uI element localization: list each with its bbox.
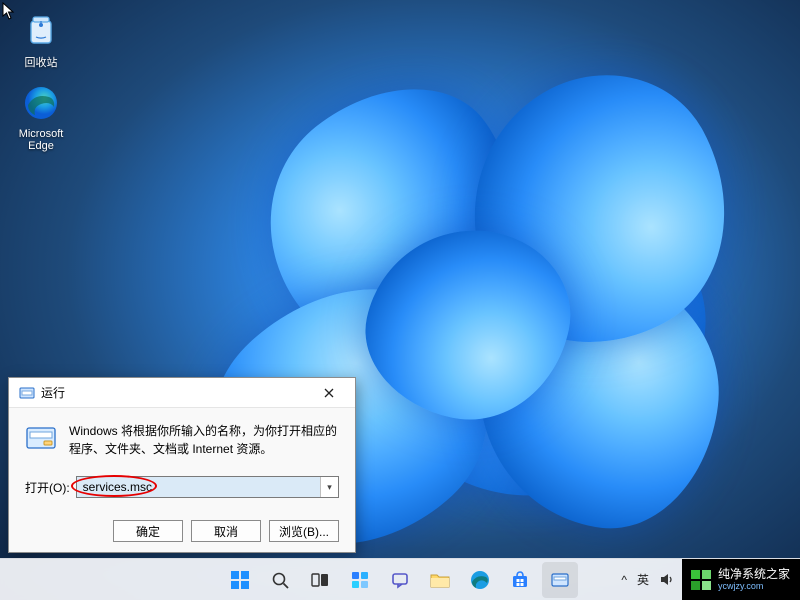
watermark-url: ycwjzy.com [718,581,790,591]
desktop-icon-label: 回收站 [6,54,76,70]
ime-indicator[interactable]: 英 [637,571,649,588]
chat-icon [390,570,410,590]
taskbar-right: ^ 英 纯净系统之家 ycwjzy.com [621,559,800,600]
task-view-icon [310,570,330,590]
run-icon [549,569,571,591]
edge-button[interactable] [462,562,498,598]
widgets-button[interactable] [342,562,378,598]
windows-icon [229,569,251,591]
search-button[interactable] [262,562,298,598]
close-icon [324,388,334,398]
edge-icon [469,569,491,591]
run-title-icon [19,385,35,401]
dialog-title: 运行 [41,384,309,401]
explorer-button[interactable] [422,562,458,598]
titlebar[interactable]: 运行 [9,378,355,408]
desktop-icon-label: Microsoft Edge [6,128,76,152]
tray-chevron-icon[interactable]: ^ [621,573,627,587]
desktop-icon-recycle-bin[interactable]: 回收站 [6,8,76,70]
run-dialog: 运行 Windows 将根据你所输入的名称，为你打开相应的程序、文件夹、文档或 … [8,377,356,553]
store-button[interactable] [502,562,538,598]
ok-button[interactable]: 确定 [113,520,183,542]
explorer-icon [429,569,451,591]
start-button[interactable] [222,562,258,598]
chevron-down-icon[interactable]: ▾ [320,477,338,497]
dialog-message: Windows 将根据你所输入的名称，为你打开相应的程序、文件夹、文档或 Int… [69,422,339,458]
run-taskbar-button[interactable] [542,562,578,598]
system-tray[interactable]: ^ 英 [621,571,676,588]
widgets-icon [350,570,370,590]
open-label: 打开(O): [25,479,70,496]
desktop-icon-edge[interactable]: Microsoft Edge [6,82,76,152]
store-icon [509,569,531,591]
browse-button[interactable]: 浏览(B)... [269,520,339,542]
cursor-icon [2,2,16,20]
open-input[interactable] [77,477,320,497]
chat-button[interactable] [382,562,418,598]
watermark-logo-icon [690,569,712,591]
watermark: 纯净系统之家 ycwjzy.com [682,559,800,600]
search-icon [270,570,290,590]
edge-icon [20,82,62,124]
taskbar: ^ 英 纯净系统之家 ycwjzy.com [0,558,800,600]
task-view-button[interactable] [302,562,338,598]
watermark-name: 纯净系统之家 [718,568,790,582]
open-combobox[interactable]: ▾ [76,476,339,498]
recycle-bin-icon [20,8,62,50]
dialog-buttons: 确定 取消 浏览(B)... [9,506,355,554]
run-app-icon [25,422,57,454]
taskbar-center [222,562,578,598]
close-button[interactable] [309,379,349,407]
volume-icon[interactable] [659,572,674,587]
cancel-button[interactable]: 取消 [191,520,261,542]
